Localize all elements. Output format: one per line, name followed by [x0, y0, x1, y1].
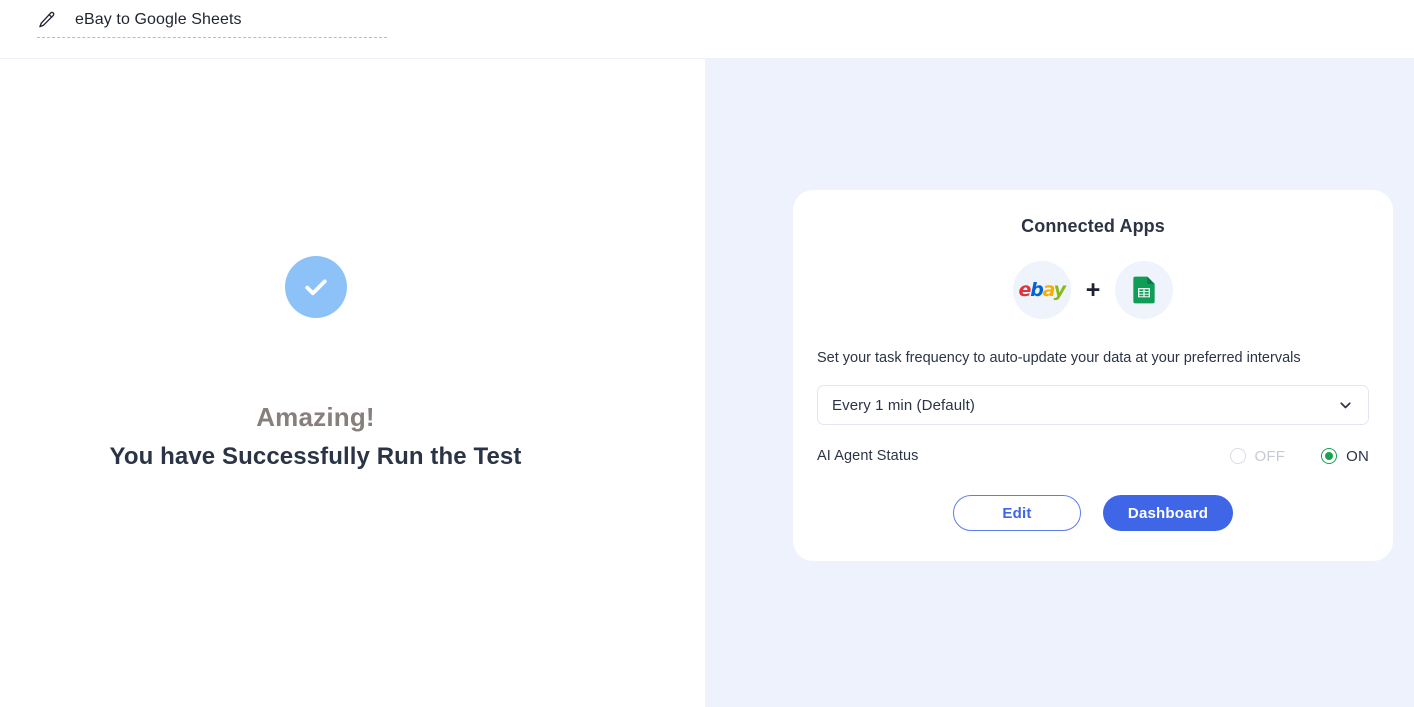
edit-button[interactable]: Edit — [953, 495, 1081, 531]
card-title: Connected Apps — [1021, 216, 1165, 236]
radio-on-indicator — [1321, 448, 1338, 464]
radio-off-label: OFF — [1254, 447, 1286, 465]
radio-off-indicator — [1229, 448, 1246, 464]
radio-on-label: ON — [1346, 447, 1369, 465]
chevron-down-icon[interactable] — [1337, 397, 1354, 414]
success-message-block: Amazing! You have Successfully Run the T… — [0, 59, 631, 707]
page-title: eBay to Google Sheets — [75, 11, 242, 28]
check-circle-icon — [284, 255, 347, 318]
document-title-editor[interactable]: eBay to Google Sheets — [37, 10, 387, 38]
connected-apps-card: Connected Apps ebay + Set your task freq… — [793, 190, 1393, 561]
frequency-description: Set your task frequency to auto-update y… — [817, 350, 1301, 366]
plus-icon: + — [1085, 275, 1101, 304]
ai-agent-status-label: AI Agent Status — [817, 448, 919, 464]
frequency-select[interactable]: Every 1 min (Default) — [817, 385, 1369, 425]
status-radio-on[interactable]: ON — [1321, 448, 1369, 465]
connected-apps-row: ebay + — [817, 261, 1369, 319]
ebay-app-badge: ebay — [1012, 261, 1071, 319]
dashboard-button[interactable]: Dashboard — [1103, 495, 1233, 531]
success-subheadline: You have Successfully Run the Test — [109, 442, 522, 470]
ai-agent-status-radio-group: OFF ON — [1229, 447, 1370, 465]
ai-agent-status-row: AI Agent Status OFF ON — [817, 445, 1369, 467]
success-headline: Amazing! — [256, 401, 375, 432]
main-content: Amazing! You have Successfully Run the T… — [0, 59, 1414, 707]
google-sheets-icon — [1133, 276, 1155, 304]
frequency-select-value: Every 1 min (Default) — [832, 396, 975, 414]
app-header: eBay to Google Sheets — [0, 0, 1414, 59]
card-actions: Edit Dashboard — [817, 495, 1369, 531]
status-radio-off[interactable]: OFF — [1229, 447, 1286, 465]
right-pane: Connected Apps ebay + Set your task freq… — [705, 59, 1414, 707]
left-pane: Amazing! You have Successfully Run the T… — [0, 59, 705, 707]
ebay-icon: ebay — [1018, 278, 1067, 301]
pencil-icon[interactable] — [37, 10, 57, 30]
google-sheets-app-badge — [1115, 261, 1174, 319]
